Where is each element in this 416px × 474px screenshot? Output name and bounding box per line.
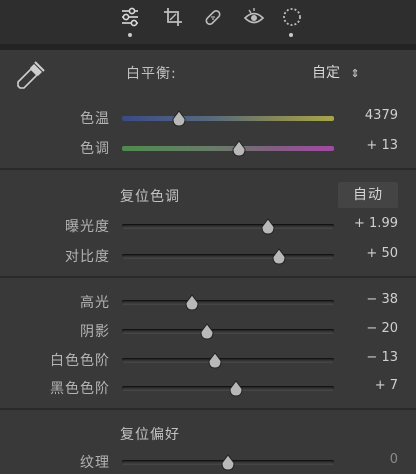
chevron-updown-icon: ⇕ [350,67,360,80]
preset-value: 自定 [312,65,340,81]
slider-label-highlights: 高光 [80,295,110,311]
slider-label-tint: 色调 [80,141,110,157]
auto-button[interactable]: 自动 [338,182,398,208]
reset-tone-label[interactable]: 复位色调 [120,186,180,206]
crop-icon[interactable] [161,5,185,29]
whites-slider-thumb[interactable] [208,352,222,370]
section-divider [0,168,416,170]
texture-value[interactable]: 0 [338,452,398,467]
blacks-slider-track[interactable] [122,386,334,391]
slider-label-exposure: 曝光度 [65,219,110,235]
whites-value[interactable]: − 13 [338,350,398,365]
toolbar-separator [0,44,416,50]
texture-slider-thumb[interactable] [221,454,235,472]
shadows-slider-track[interactable] [122,329,334,334]
section-divider [0,408,416,410]
develop-toolbar [0,0,416,44]
temp-slider-thumb[interactable] [172,110,186,128]
contrast-value[interactable]: + 50 [338,246,398,261]
shadows-slider-thumb[interactable] [200,323,214,341]
white-balance-label: 白平衡: [126,66,177,82]
highlights-value[interactable]: − 38 [338,292,398,307]
blacks-slider-thumb[interactable] [229,380,243,398]
contrast-slider-track[interactable] [122,254,334,259]
exposure-slider-track[interactable] [122,224,334,229]
white-balance-preset-select[interactable]: 自定 ⇕ [312,62,360,82]
exposure-value[interactable]: + 1.99 [338,216,398,231]
eyedropper-icon[interactable] [14,58,48,92]
reset-presence-label[interactable]: 复位偏好 [120,424,180,444]
slider-label-whites: 白色色阶 [50,353,110,369]
tint-slider-track[interactable] [122,146,334,151]
whites-slider-track[interactable] [122,358,334,363]
temp-slider-track[interactable] [122,116,334,121]
contrast-slider-thumb[interactable] [272,248,286,266]
healing-bandage-icon[interactable] [201,5,225,29]
section-divider [0,276,416,278]
active-tool-indicator [128,33,132,37]
mask-indicator-dot [289,33,293,37]
slider-label-shadows: 阴影 [80,324,110,340]
tint-slider-thumb[interactable] [232,140,246,158]
exposure-slider-thumb[interactable] [261,218,275,236]
slider-label-contrast: 对比度 [65,249,110,265]
highlights-slider-thumb[interactable] [185,294,199,312]
blacks-value[interactable]: + 7 [338,378,398,393]
red-eye-icon[interactable] [242,5,266,29]
mask-circle-icon[interactable] [280,5,304,29]
tint-value[interactable]: + 13 [338,138,398,153]
sliders-icon[interactable] [118,5,142,29]
slider-label-texture: 纹理 [80,455,110,471]
shadows-value[interactable]: − 20 [338,321,398,336]
slider-label-temp: 色温 [80,111,110,127]
highlights-slider-track[interactable] [122,300,334,305]
slider-label-blacks: 黑色色阶 [50,381,110,397]
temp-value[interactable]: 4379 [338,108,398,123]
